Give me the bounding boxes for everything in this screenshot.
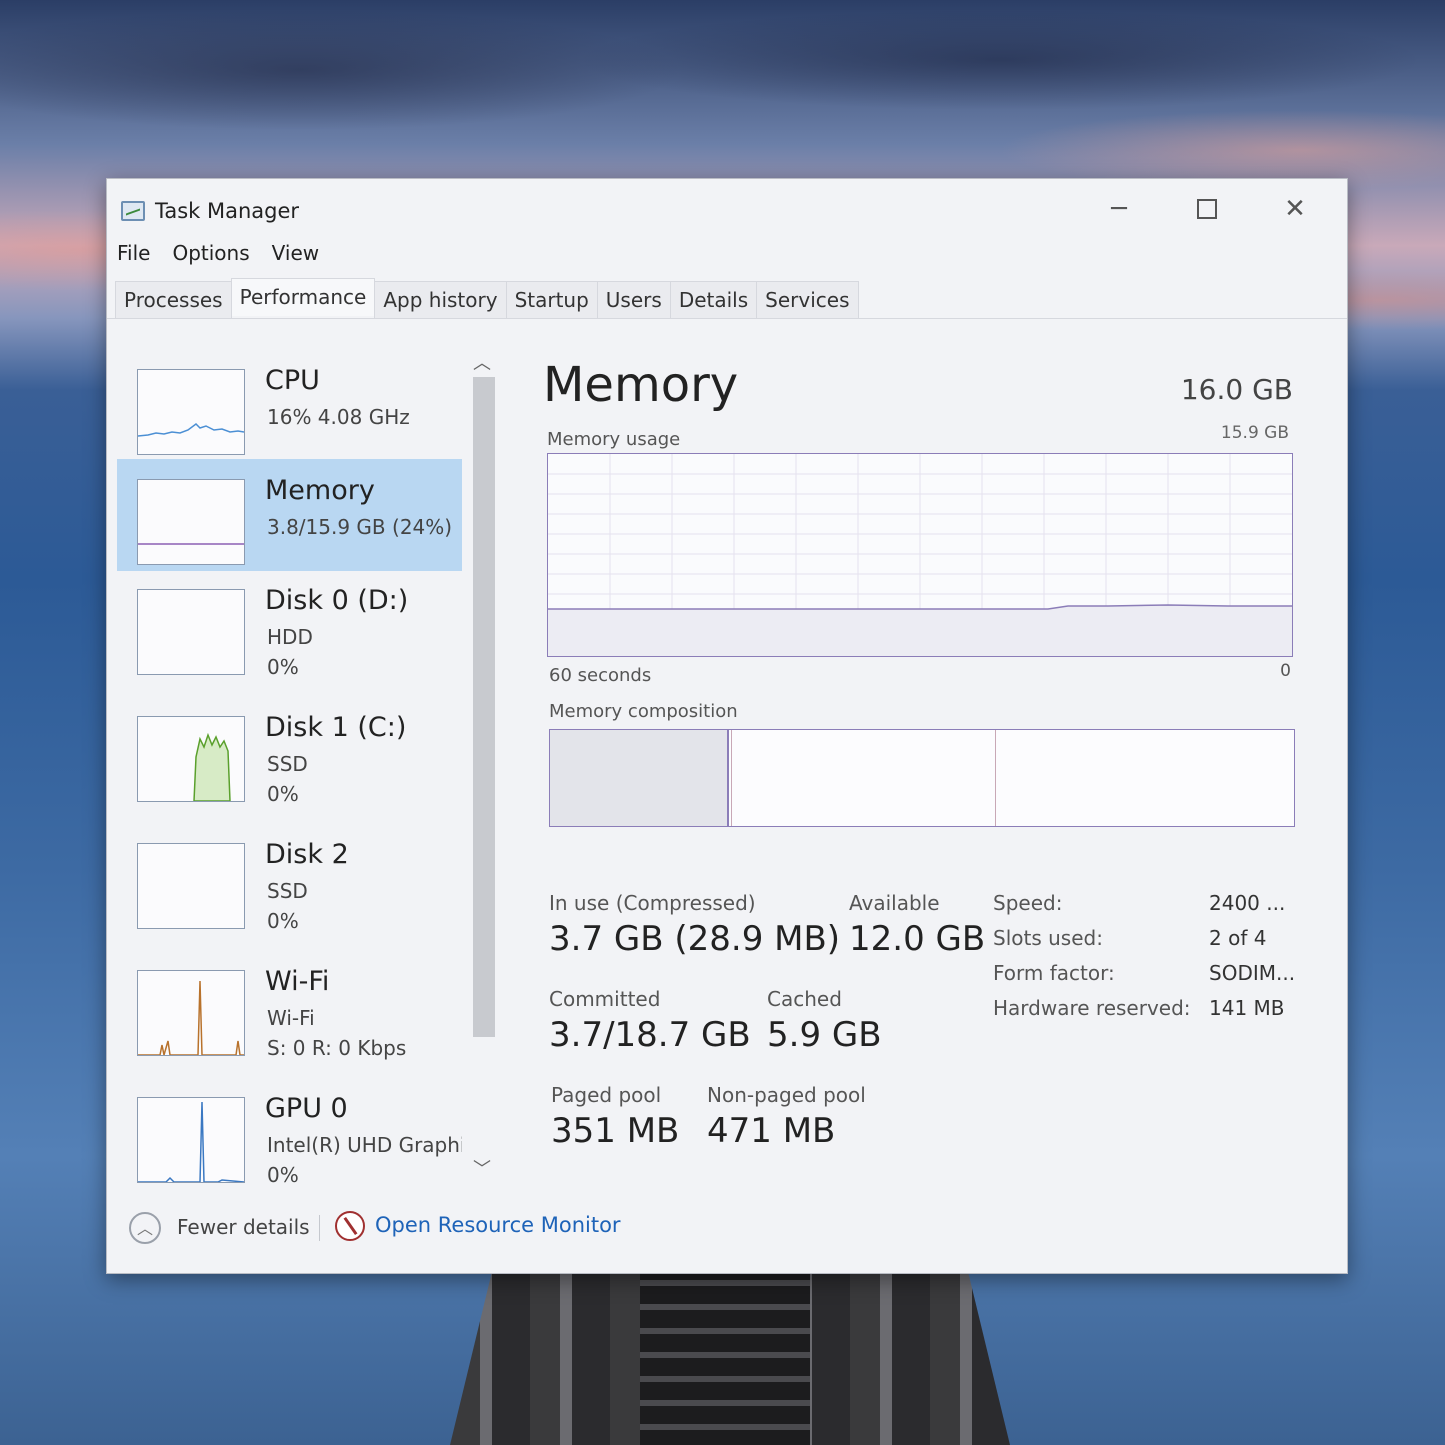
- menu-view[interactable]: View: [272, 241, 319, 275]
- sidebar-sub: Intel(R) UHD Graphic: [267, 1133, 462, 1157]
- tab-startup[interactable]: Startup: [505, 281, 598, 319]
- menu-file[interactable]: File: [117, 241, 150, 275]
- cached-label: Cached: [767, 987, 842, 1011]
- sidebar-sub: Wi-Fi: [267, 1006, 315, 1030]
- window-title: Task Manager: [155, 199, 300, 223]
- total-memory: 16.0 GB: [1180, 373, 1293, 406]
- gpu-0-thumbnail-graph: [137, 1097, 245, 1183]
- tab-performance[interactable]: Performance: [230, 278, 376, 316]
- speed-label: Speed:: [993, 891, 1063, 915]
- usage-graph-label: Memory usage: [547, 429, 681, 450]
- tab-app-history[interactable]: App history: [374, 281, 507, 319]
- sidebar-sub: 16% 4.08 GHz: [267, 405, 410, 429]
- task-manager-window: Task Manager ─ ✕ File Options View Proce…: [106, 178, 1348, 1274]
- tab-processes[interactable]: Processes: [115, 281, 232, 319]
- in-use-label: In use (Compressed): [549, 891, 756, 915]
- sidebar-item-cpu[interactable]: CPU 16% 4.08 GHz: [117, 349, 462, 461]
- sidebar-item-disk-1[interactable]: Disk 1 (C:) SSD 0%: [117, 696, 462, 808]
- memory-usage-graph: [547, 453, 1293, 657]
- sidebar-sub: HDD: [267, 625, 313, 649]
- fewer-details-link[interactable]: Fewer details: [177, 1215, 310, 1239]
- scroll-down-icon[interactable]: ﹀: [467, 1155, 497, 1180]
- hardware-reserved-value: 141 MB: [1209, 996, 1285, 1020]
- sidebar-sub-2: S: 0 R: 0 Kbps: [267, 1036, 407, 1060]
- sidebar-sub-2: 0%: [267, 909, 299, 933]
- form-factor-value: SODIM...: [1209, 961, 1296, 985]
- open-resource-monitor-link[interactable]: Open Resource Monitor: [375, 1213, 621, 1237]
- page-title: Memory: [543, 357, 739, 413]
- memory-composition-bar: [549, 729, 1295, 827]
- hardware-reserved-label: Hardware reserved:: [993, 996, 1191, 1020]
- desktop-pier-steps: [640, 1262, 810, 1445]
- committed-label: Committed: [549, 987, 661, 1011]
- nonpaged-pool-value: 471 MB: [707, 1111, 836, 1151]
- cpu-thumbnail-graph: [137, 369, 245, 455]
- committed-value: 3.7/18.7 GB: [549, 1015, 751, 1055]
- paged-pool-label: Paged pool: [551, 1083, 662, 1107]
- speed-value: 2400 ...: [1209, 891, 1286, 915]
- sidebar-label: Wi-Fi: [265, 966, 330, 997]
- sidebar-item-disk-2[interactable]: Disk 2 SSD 0%: [117, 823, 462, 935]
- sidebar-sub-2: 0%: [267, 782, 299, 806]
- usage-graph-svg: [548, 454, 1292, 656]
- sidebar-sub: SSD: [267, 752, 308, 776]
- sidebar-sub: SSD: [267, 879, 308, 903]
- close-button[interactable]: ✕: [1265, 187, 1325, 231]
- disk-0-thumbnail-graph: [137, 589, 245, 675]
- tab-details[interactable]: Details: [669, 281, 758, 319]
- form-factor-label: Form factor:: [993, 961, 1115, 985]
- scroll-thumb[interactable]: [473, 377, 495, 1037]
- task-manager-icon: [121, 201, 145, 221]
- footer-bar: ︿ Fewer details Open Resource Monitor: [107, 1197, 1347, 1257]
- slots-used-label: Slots used:: [993, 926, 1103, 950]
- menu-options[interactable]: Options: [172, 241, 249, 275]
- sidebar-item-disk-0[interactable]: Disk 0 (D:) HDD 0%: [117, 569, 462, 681]
- scroll-up-icon[interactable]: ︿: [467, 349, 497, 374]
- paged-pool-value: 351 MB: [551, 1111, 680, 1151]
- resource-monitor-icon[interactable]: [335, 1211, 365, 1241]
- title-bar[interactable]: Task Manager ─ ✕: [107, 179, 1347, 239]
- sidebar-sub-2: 0%: [267, 1163, 299, 1184]
- slots-used-value: 2 of 4: [1209, 926, 1267, 950]
- chevron-up-icon[interactable]: ︿: [129, 1212, 161, 1244]
- sidebar-label: CPU: [265, 365, 320, 396]
- sidebar-item-gpu-0[interactable]: GPU 0 Intel(R) UHD Graphic 0%: [117, 1077, 462, 1184]
- sidebar-sub-2: 0%: [267, 655, 299, 679]
- sidebar-label: GPU 0: [265, 1093, 348, 1124]
- disk-2-thumbnail-graph: [137, 843, 245, 929]
- composition-standby[interactable]: [550, 730, 997, 826]
- graph-time-axis-label: 60 seconds: [549, 665, 652, 686]
- maximize-button[interactable]: [1177, 187, 1237, 231]
- composition-label: Memory composition: [549, 701, 738, 722]
- sidebar-item-memory[interactable]: Memory 3.8/15.9 GB (24%): [117, 459, 462, 571]
- tab-bar: Processes Performance App history Startu…: [115, 278, 859, 319]
- sidebar-label: Disk 0 (D:): [265, 585, 409, 616]
- sidebar-sub: 3.8/15.9 GB (24%): [267, 515, 453, 539]
- in-use-value: 3.7 GB (28.9 MB): [549, 919, 841, 959]
- maximize-icon: [1197, 199, 1217, 219]
- wifi-thumbnail-graph: [137, 970, 245, 1056]
- nonpaged-pool-label: Non-paged pool: [707, 1083, 866, 1107]
- minimize-button[interactable]: ─: [1089, 187, 1149, 231]
- cached-value: 5.9 GB: [767, 1015, 882, 1055]
- menu-bar: File Options View: [117, 241, 319, 275]
- sidebar-item-wifi[interactable]: Wi-Fi Wi-Fi S: 0 R: 0 Kbps: [117, 950, 462, 1062]
- sidebar-label: Disk 1 (C:): [265, 712, 407, 743]
- sidebar-label: Memory: [265, 475, 375, 506]
- memory-detail-panel: Memory 16.0 GB Memory usage 15.9 GB 60 s…: [527, 339, 1307, 1184]
- sidebar-scrollbar[interactable]: ︿ ﹀: [467, 349, 497, 1180]
- available-label: Available: [849, 891, 940, 915]
- tab-services[interactable]: Services: [756, 281, 859, 319]
- available-value: 12.0 GB: [849, 919, 986, 959]
- disk-1-thumbnail-graph: [137, 716, 245, 802]
- graph-min-label: 0: [1280, 661, 1291, 681]
- usage-graph-max: 15.9 GB: [1220, 423, 1289, 443]
- tab-users[interactable]: Users: [596, 281, 671, 319]
- sidebar-label: Disk 2: [265, 839, 349, 870]
- memory-thumbnail-graph: [137, 479, 245, 565]
- footer-divider: [319, 1215, 320, 1241]
- resource-sidebar: CPU 16% 4.08 GHz Memory 3.8/15.9 GB (24%…: [117, 339, 462, 1184]
- tab-divider: [107, 318, 1347, 319]
